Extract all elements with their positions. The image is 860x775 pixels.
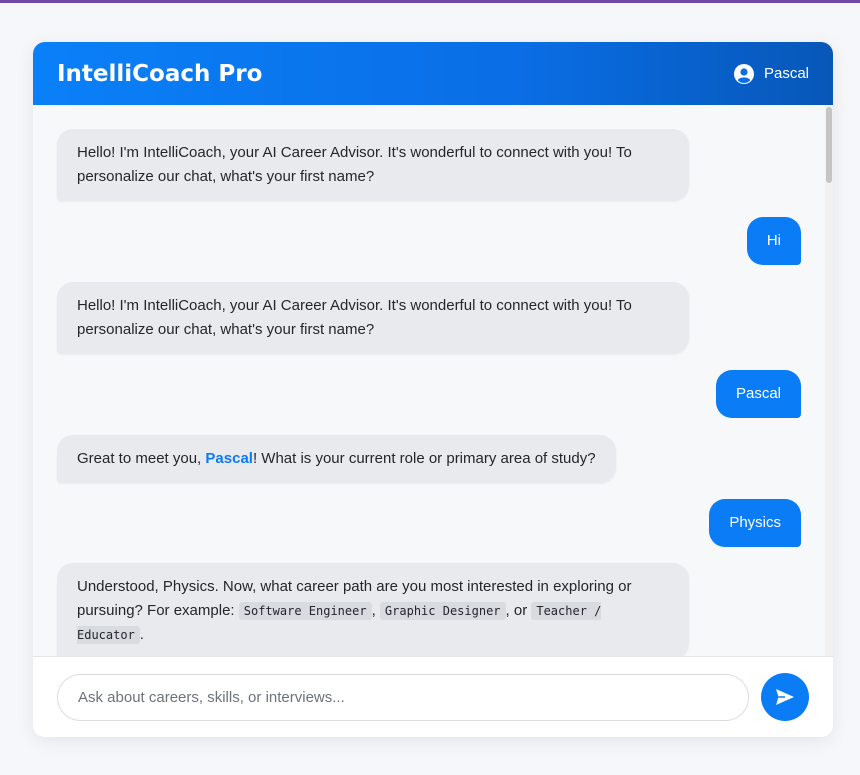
send-button[interactable] <box>761 673 809 721</box>
user-message: Pascal <box>715 370 801 418</box>
chat-messages-area[interactable]: Hello! I'm IntelliCoach, your AI Career … <box>33 105 833 656</box>
app-header: IntelliCoach Pro Pascal <box>33 42 833 105</box>
composer-bar <box>33 656 833 737</box>
app-title: IntelliCoach Pro <box>57 60 263 87</box>
separator: , <box>371 602 380 619</box>
message-input[interactable] <box>57 674 749 721</box>
user-message-text: Hi <box>766 232 781 249</box>
bot-message-text-suffix: ! What is your current role or primary a… <box>252 450 596 467</box>
bot-message: Hello! I'm IntelliCoach, your AI Career … <box>57 129 689 201</box>
send-icon <box>774 686 796 708</box>
chat-scrollbar-thumb[interactable] <box>826 107 832 183</box>
bot-message-text-prefix: Great to meet you, <box>77 450 206 467</box>
example-career-chip: Graphic Designer <box>379 602 506 620</box>
bot-message: Great to meet you, Pascal! What is your … <box>57 435 616 483</box>
chat-scrollbar[interactable] <box>825 105 833 656</box>
bot-message: Hello! I'm IntelliCoach, your AI Career … <box>57 282 689 354</box>
user-name: Pascal <box>763 65 809 82</box>
bot-message-text-suffix: . <box>139 626 144 643</box>
highlighted-user-name: Pascal <box>205 450 253 467</box>
example-career-chip: Software Engineer <box>238 602 372 620</box>
bot-message-text: Hello! I'm IntelliCoach, your AI Career … <box>77 144 632 185</box>
user-message-text: Physics <box>729 514 781 531</box>
bot-message-text: Hello! I'm IntelliCoach, your AI Career … <box>77 297 632 338</box>
user-message: Physics <box>709 499 801 547</box>
top-accent-strip <box>0 0 860 3</box>
user-message-text: Pascal <box>735 385 781 402</box>
user-profile[interactable]: Pascal <box>733 63 809 84</box>
user-circle-icon <box>733 63 754 84</box>
separator: , or <box>505 602 532 619</box>
bot-message: Understood, Physics. Now, what career pa… <box>57 563 689 656</box>
chat-app-window: IntelliCoach Pro Pascal Hello! I'm Intel… <box>33 42 833 737</box>
user-message: Hi <box>746 217 801 265</box>
